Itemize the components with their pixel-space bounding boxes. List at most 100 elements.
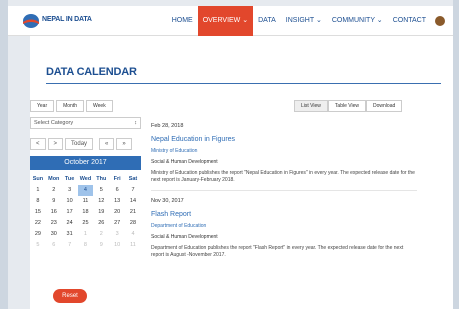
window-frame-left (0, 0, 8, 309)
calendar-day-other-month[interactable]: 10 (109, 240, 125, 251)
calendar-day[interactable]: 20 (109, 207, 125, 218)
main-nav: HOME OVERVIEW ⌄ DATA INSIGHT ⌄ COMMUNITY… (167, 6, 445, 36)
event-title-link[interactable]: Flash Report (151, 208, 417, 221)
calendar-day[interactable]: 23 (46, 218, 62, 229)
weekday-label: Sun (32, 176, 44, 182)
category-select[interactable]: Select Category ↕ (30, 117, 141, 129)
calendar-day[interactable]: 9 (46, 196, 62, 207)
calendar-day-other-month[interactable]: 11 (125, 240, 141, 251)
nav-insight[interactable]: INSIGHT ⌄ (281, 6, 327, 36)
next-icon[interactable]: > (47, 138, 64, 150)
calendar-day[interactable]: 21 (125, 207, 141, 218)
window-frame-right (453, 0, 459, 309)
calendar-week: 22 23 24 25 26 27 28 (30, 218, 141, 229)
month-label: October 2017 (30, 156, 141, 170)
calendar-day[interactable]: 3 (62, 185, 78, 196)
weekday-header: Sun Mon Tue Wed Thu Fri Sat (30, 174, 141, 185)
calendar-day-other-month[interactable]: 4 (125, 229, 141, 240)
next-year-icon[interactable]: » (116, 138, 132, 150)
calendar-day-other-month[interactable]: 9 (93, 240, 109, 251)
calendar-day[interactable]: 5 (93, 185, 109, 196)
category-select-value: Select Category (34, 120, 74, 126)
calendar-day[interactable]: 17 (62, 207, 78, 218)
prev-year-icon[interactable]: « (99, 138, 115, 150)
event-date: Feb 28, 2018 (151, 123, 184, 129)
calendar-week: 29 30 31 1 2 3 4 (30, 229, 141, 240)
month-view-button[interactable]: Month (56, 100, 85, 112)
calendar-day-other-month[interactable]: 6 (46, 240, 62, 251)
site-header: NEPAL IN DATA HOME OVERVIEW ⌄ DATA INSIG… (8, 6, 453, 36)
week-view-button[interactable]: Week (86, 100, 113, 112)
year-view-button[interactable]: Year (30, 100, 55, 112)
calendar-day[interactable]: 27 (109, 218, 125, 229)
nav-home[interactable]: HOME (167, 6, 198, 36)
calendar-day[interactable]: 1 (30, 185, 46, 196)
calendar-day[interactable]: 13 (109, 196, 125, 207)
event-ministry-link[interactable]: Ministry of Education (151, 146, 417, 157)
reset-button[interactable]: Reset (53, 289, 87, 303)
calendar-day[interactable]: 6 (109, 185, 125, 196)
nav-data[interactable]: DATA (253, 6, 281, 36)
logo-icon (23, 14, 39, 28)
calendar-nav: < > Today « » (30, 138, 132, 150)
list-item: Nov 30, 2017 Flash Report Department of … (151, 195, 417, 259)
calendar-day[interactable]: 28 (125, 218, 141, 229)
title-divider (46, 83, 441, 84)
weekday-label: Thu (96, 176, 107, 182)
calendar-day[interactable]: 15 (30, 207, 46, 218)
tab-download[interactable]: Download (366, 100, 403, 112)
calendar-day[interactable]: 11 (78, 196, 94, 207)
calendar-week: 8 9 10 11 12 13 14 (30, 196, 141, 207)
event-description: Ministry of Education publishes the repo… (151, 170, 415, 183)
calendar-day[interactable]: 22 (30, 218, 46, 229)
tab-list-view[interactable]: List View (294, 100, 328, 112)
calendar-day[interactable]: 31 (62, 229, 78, 240)
calendar-day[interactable]: 24 (62, 218, 78, 229)
today-button[interactable]: Today (65, 138, 94, 150)
event-ministry-link[interactable]: Department of Education (151, 221, 417, 232)
event-category: Social & Human Development (151, 159, 218, 165)
calendar-day-other-month[interactable]: 7 (62, 240, 78, 251)
calendar-day[interactable]: 30 (46, 229, 62, 240)
calendar-day[interactable]: 16 (46, 207, 62, 218)
calendar-day[interactable]: 2 (46, 185, 62, 196)
event-title-link[interactable]: Nepal Education in Figures (151, 133, 417, 146)
nav-overview[interactable]: OVERVIEW ⌄ (197, 6, 254, 36)
calendar-day-other-month[interactable]: 2 (93, 229, 109, 240)
calendar-day[interactable]: 12 (93, 196, 109, 207)
calendar-day-other-month[interactable]: 3 (109, 229, 125, 240)
nav-community[interactable]: COMMUNITY ⌄ (327, 6, 388, 36)
list-item: Feb 28, 2018 Nepal Education in Figures … (151, 120, 417, 184)
tab-table-view[interactable]: Table View (327, 100, 367, 112)
prev-icon[interactable]: < (30, 138, 46, 150)
calendar-day[interactable]: 19 (93, 207, 109, 218)
weekday-label: Mon (48, 176, 60, 182)
calendar-day[interactable]: 25 (78, 218, 94, 229)
calendar-day-other-month[interactable]: 1 (78, 229, 94, 240)
event-description: Department of Education publishes the re… (151, 245, 404, 258)
language-icon[interactable] (435, 16, 445, 26)
event-divider (151, 190, 417, 191)
calendar-day[interactable]: 7 (125, 185, 141, 196)
event-list: Feb 28, 2018 Nepal Education in Figures … (151, 120, 417, 259)
nav-contact[interactable]: CONTACT (388, 6, 431, 36)
weekday-label: Sat (128, 176, 138, 182)
event-category: Social & Human Development (151, 234, 218, 240)
calendar-grid: Sun Mon Tue Wed Thu Fri Sat 1 2 3 4 5 6 … (30, 174, 141, 251)
calendar-day[interactable]: 14 (125, 196, 141, 207)
calendar-day-other-month[interactable]: 8 (78, 240, 94, 251)
page-title: DATA CALENDAR (46, 66, 137, 78)
calendar-day[interactable]: 26 (93, 218, 109, 229)
calendar-day[interactable]: 29 (30, 229, 46, 240)
event-date: Nov 30, 2017 (151, 198, 184, 204)
calendar-day[interactable]: 10 (62, 196, 78, 207)
weekday-label: Tue (64, 176, 75, 182)
calendar-day-selected[interactable]: 4 (77, 185, 94, 196)
calendar-day-other-month[interactable]: 5 (30, 240, 46, 251)
calendar-week: 15 16 17 18 19 20 21 (30, 207, 141, 218)
calendar-view-switch: Year Month Week (30, 100, 115, 112)
select-arrow-icon: ↕ (134, 120, 137, 126)
calendar-day[interactable]: 8 (30, 196, 46, 207)
calendar-day[interactable]: 18 (78, 207, 94, 218)
logo-text[interactable]: NEPAL IN DATA (42, 16, 92, 23)
